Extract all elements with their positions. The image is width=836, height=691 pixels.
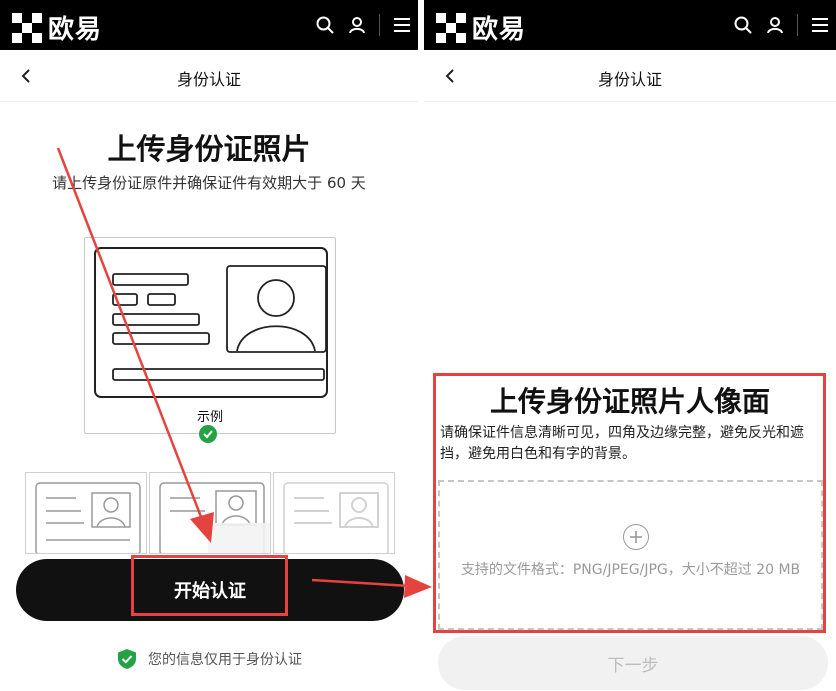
user-icon[interactable] — [341, 0, 373, 50]
privacy-note: 您的信息仅用于身份认证 — [0, 648, 418, 670]
id-card-thumb-icon — [35, 482, 141, 553]
page-title: 身份认证 — [597, 70, 662, 89]
search-icon[interactable] — [727, 0, 759, 50]
dropzone-hint: 支持的文件格式：PNG/JPEG/JPG，大小不超过 20 MB — [460, 562, 801, 578]
id-card-thumb-icon — [283, 482, 389, 553]
nav-bar: 身份认证 — [0, 50, 418, 102]
right-screen: 欧易 身份认证 上传身份证照片人像面 请确保证件信息清晰可见，四角及边缘完整，避… — [424, 0, 836, 691]
id-card-thumb-icon — [159, 482, 270, 553]
top-bar: 欧易 — [424, 0, 836, 50]
menu-icon[interactable] — [804, 0, 836, 50]
toolbar-divider — [379, 14, 380, 36]
search-icon[interactable] — [309, 0, 341, 50]
privacy-note-text: 您的信息仅用于身份认证 — [148, 652, 302, 668]
upload-heading: 上传身份证照片 — [107, 132, 311, 166]
top-bar: 欧易 — [0, 0, 418, 50]
portrait-side-heading: 上传身份证照片人像面 — [489, 385, 770, 418]
example-thumbnail-2 — [149, 472, 271, 554]
logo-mark-icon — [12, 12, 42, 43]
nav-bar: 身份认证 — [424, 50, 836, 102]
toolbar-divider — [797, 14, 798, 36]
brand-name: 欧易 — [472, 15, 527, 45]
example-thumbnail-3 — [273, 472, 395, 554]
example-thumbnail-1 — [25, 472, 147, 554]
menu-icon[interactable] — [386, 0, 418, 50]
next-step-button[interactable]: 下一步 — [438, 636, 828, 690]
shield-check-icon — [116, 648, 138, 670]
upload-subtitle: 请上传身份证原件并确保证件有效期大于 60 天 — [52, 174, 366, 192]
logo-mark-icon — [436, 12, 466, 43]
user-icon[interactable] — [759, 0, 791, 50]
brand-logo[interactable]: 欧易 — [12, 9, 102, 46]
success-check-icon — [199, 425, 217, 443]
highlight-box — [131, 555, 288, 616]
page-title: 身份认证 — [176, 70, 241, 89]
example-label: 示例 — [196, 410, 223, 425]
plus-circle-icon — [623, 524, 649, 550]
upload-instructions: 请确保证件信息清晰可见，四角及边缘完整，避免反光和遮挡，避免用白色和有字的背景。 — [440, 425, 804, 462]
brand-logo[interactable]: 欧易 — [436, 9, 526, 46]
id-card-example — [84, 237, 336, 434]
brand-name: 欧易 — [48, 15, 103, 45]
upload-dropzone[interactable]: 支持的文件格式：PNG/JPEG/JPG，大小不超过 20 MB — [438, 480, 823, 630]
